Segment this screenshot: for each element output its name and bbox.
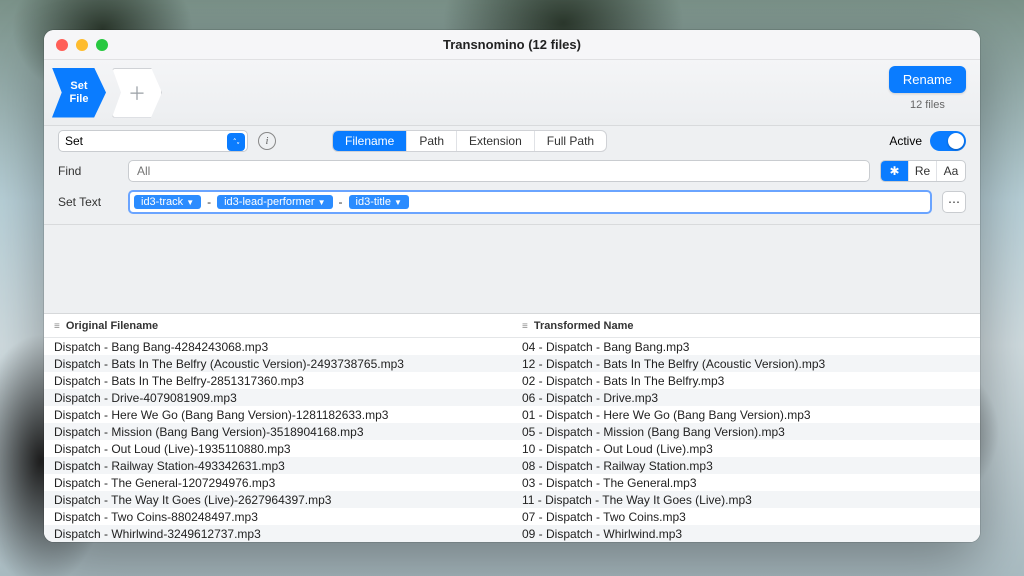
close-icon[interactable] — [56, 39, 68, 51]
plus-icon: ＋ — [128, 80, 146, 106]
chevron-updown-icon — [227, 133, 245, 151]
step-set-file[interactable]: Set File — [52, 68, 106, 118]
app-window: Transnomino (12 files) Set File ＋ Rename… — [44, 30, 980, 542]
cell-original: Dispatch - Bats In The Belfry (Acoustic … — [44, 357, 512, 371]
cell-original: Dispatch - Mission (Bang Bang Version)-3… — [44, 425, 512, 439]
cell-transformed: 01 - Dispatch - Here We Go (Bang Bang Ve… — [512, 408, 980, 422]
chevron-down-icon: ▼ — [186, 198, 194, 207]
mode-case[interactable]: Aa — [937, 161, 965, 181]
toolbar: Set File ＋ Rename 12 files — [44, 60, 980, 126]
table-row[interactable]: Dispatch - Bang Bang-4284243068.mp304 - … — [44, 338, 980, 355]
cell-original: Dispatch - Two Coins-880248497.mp3 — [44, 510, 512, 524]
cell-original: Dispatch - The Way It Goes (Live)-262796… — [44, 493, 512, 507]
mode-glob[interactable]: ✱ — [881, 161, 909, 181]
sort-icon: ≡ — [522, 321, 528, 332]
table-row[interactable]: Dispatch - Whirlwind-3249612737.mp309 - … — [44, 525, 980, 542]
sort-icon: ≡ — [54, 321, 60, 332]
cell-transformed: 07 - Dispatch - Two Coins.mp3 — [512, 510, 980, 524]
table-row[interactable]: Dispatch - Bats In The Belfry (Acoustic … — [44, 355, 980, 372]
cell-transformed: 11 - Dispatch - The Way It Goes (Live).m… — [512, 493, 980, 507]
mode-regex[interactable]: Re — [909, 161, 937, 181]
active-label: Active — [889, 134, 922, 148]
cell-transformed: 02 - Dispatch - Bats In The Belfry.mp3 — [512, 374, 980, 388]
cell-transformed: 06 - Dispatch - Drive.mp3 — [512, 391, 980, 405]
action-select[interactable]: Set — [58, 130, 248, 152]
cell-original: Dispatch - Drive-4079081909.mp3 — [44, 391, 512, 405]
results-table: ≡Original Filename ≡Transformed Name Dis… — [44, 313, 980, 542]
zoom-icon[interactable] — [96, 39, 108, 51]
token-id3-title[interactable]: id3-title▼ — [349, 195, 409, 209]
chevron-down-icon: ▼ — [318, 198, 326, 207]
scope-filename[interactable]: Filename — [333, 131, 407, 151]
cell-transformed: 10 - Dispatch - Out Loud (Live).mp3 — [512, 442, 980, 456]
cell-original: Dispatch - Here We Go (Bang Bang Version… — [44, 408, 512, 422]
table-header: ≡Original Filename ≡Transformed Name — [44, 314, 980, 338]
col-transformed[interactable]: ≡Transformed Name — [512, 320, 980, 332]
minimize-icon[interactable] — [76, 39, 88, 51]
find-input[interactable] — [128, 160, 870, 182]
action-select-value: Set — [65, 134, 83, 148]
table-body: Dispatch - Bang Bang-4284243068.mp304 - … — [44, 338, 980, 542]
cell-transformed: 05 - Dispatch - Mission (Bang Bang Versi… — [512, 425, 980, 439]
titlebar[interactable]: Transnomino (12 files) — [44, 30, 980, 60]
find-label: Find — [58, 164, 118, 178]
active-toggle[interactable] — [930, 131, 966, 151]
cell-transformed: 03 - Dispatch - The General.mp3 — [512, 476, 980, 490]
cell-transformed: 04 - Dispatch - Bang Bang.mp3 — [512, 340, 980, 354]
chevron-down-icon: ▼ — [394, 198, 402, 207]
spacer — [44, 225, 980, 313]
window-title: Transnomino (12 files) — [44, 37, 980, 52]
cell-transformed: 12 - Dispatch - Bats In The Belfry (Acou… — [512, 357, 980, 371]
table-row[interactable]: Dispatch - The Way It Goes (Live)-262796… — [44, 491, 980, 508]
controls-panel: Set i Filename Path Extension Full Path … — [44, 126, 980, 225]
cell-original: Dispatch - Bats In The Belfry-2851317360… — [44, 374, 512, 388]
cell-original: Dispatch - Bang Bang-4284243068.mp3 — [44, 340, 512, 354]
file-count-label: 12 files — [889, 99, 966, 111]
cell-transformed: 09 - Dispatch - Whirlwind.mp3 — [512, 527, 980, 541]
token-id3-performer[interactable]: id3-lead-performer▼ — [217, 195, 332, 209]
table-row[interactable]: Dispatch - Bats In The Belfry-2851317360… — [44, 372, 980, 389]
cell-original: Dispatch - Whirlwind-3249612737.mp3 — [44, 527, 512, 541]
scope-segmented: Filename Path Extension Full Path — [332, 130, 607, 152]
separator-dash: - — [339, 195, 343, 209]
table-row[interactable]: Dispatch - Drive-4079081909.mp306 - Disp… — [44, 389, 980, 406]
rename-button[interactable]: Rename — [889, 66, 966, 93]
scope-extension[interactable]: Extension — [457, 131, 535, 151]
window-controls — [56, 39, 108, 51]
token-id3-track[interactable]: id3-track▼ — [134, 195, 201, 209]
table-row[interactable]: Dispatch - Here We Go (Bang Bang Version… — [44, 406, 980, 423]
separator-dash: - — [207, 195, 211, 209]
table-row[interactable]: Dispatch - Two Coins-880248497.mp307 - D… — [44, 508, 980, 525]
table-row[interactable]: Dispatch - Railway Station-493342631.mp3… — [44, 457, 980, 474]
table-row[interactable]: Dispatch - Mission (Bang Bang Version)-3… — [44, 423, 980, 440]
set-label: Set Text — [58, 195, 118, 209]
info-icon[interactable]: i — [258, 132, 276, 150]
cell-original: Dispatch - Railway Station-493342631.mp3 — [44, 459, 512, 473]
col-original[interactable]: ≡Original Filename — [44, 320, 512, 332]
table-row[interactable]: Dispatch - Out Loud (Live)-1935110880.mp… — [44, 440, 980, 457]
step-label: Set File — [70, 80, 89, 105]
add-step-button[interactable]: ＋ — [112, 68, 162, 118]
table-row[interactable]: Dispatch - The General-1207294976.mp303 … — [44, 474, 980, 491]
scope-fullpath[interactable]: Full Path — [535, 131, 606, 151]
cell-original: Dispatch - The General-1207294976.mp3 — [44, 476, 512, 490]
find-mode-segmented: ✱ Re Aa — [880, 160, 966, 182]
cell-transformed: 08 - Dispatch - Railway Station.mp3 — [512, 459, 980, 473]
insert-token-button[interactable]: ⋯ — [942, 191, 966, 213]
cell-original: Dispatch - Out Loud (Live)-1935110880.mp… — [44, 442, 512, 456]
scope-path[interactable]: Path — [407, 131, 457, 151]
set-text-input[interactable]: id3-track▼ - id3-lead-performer▼ - id3-t… — [128, 190, 932, 214]
